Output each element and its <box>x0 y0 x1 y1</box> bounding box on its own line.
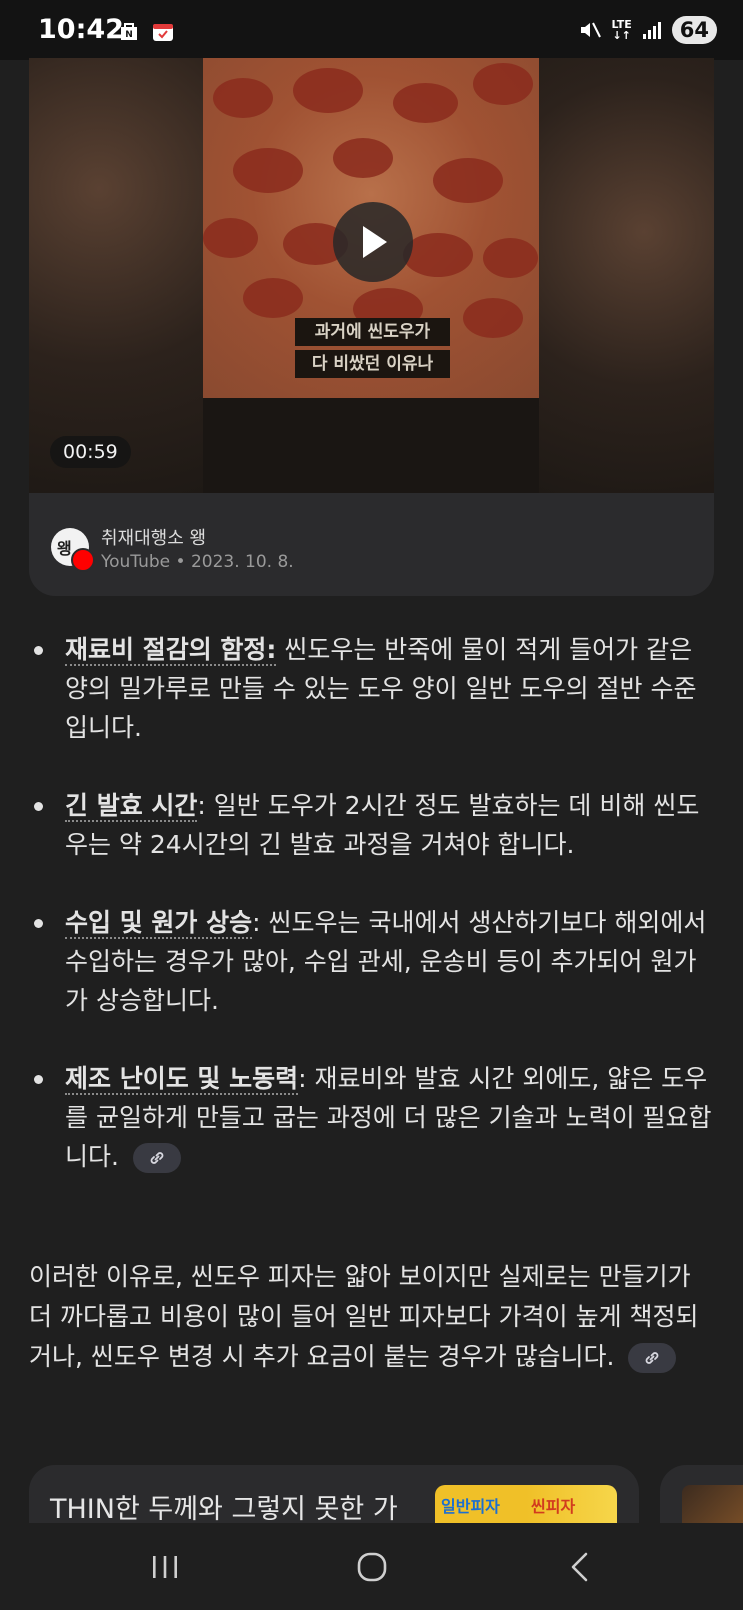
list-item: 수입 및 원가 상승: 씬도우는 국내에서 생산하기보다 해외에서 수입하는 경… <box>29 903 719 1020</box>
play-icon <box>363 226 387 258</box>
home-button[interactable] <box>327 1523 417 1610</box>
video-subtitle-line1: 과거에 씬도우가 <box>295 318 450 346</box>
youtube-icon <box>71 548 95 572</box>
list-item-term: 재료비 절감의 함정: <box>65 635 277 666</box>
related-card-title: THIN한 두께와 그렇지 못한 가 <box>50 1494 398 1525</box>
back-icon <box>571 1552 588 1581</box>
reasons-list: 재료비 절감의 함정: 씬도우는 반죽에 물이 적게 들어가 같은 양의 밀가루… <box>29 630 719 1215</box>
summary-text: 이러한 이유로, 씬도우 피자는 얇아 보이지만 실제로는 만들기가 더 까다롭… <box>29 1262 699 1371</box>
svg-text:N: N <box>125 30 133 40</box>
calendar-app-icon <box>153 24 173 41</box>
bullet-dot <box>34 919 43 928</box>
home-icon <box>357 1552 387 1581</box>
status-bar: 10:42 N LTE ↓↑ 64 <box>0 0 743 60</box>
source-link-button[interactable] <box>628 1343 677 1373</box>
bullet-dot <box>34 646 43 655</box>
bullet-dot <box>34 802 43 811</box>
video-blur-left <box>29 58 204 493</box>
video-letterbox <box>203 398 539 493</box>
recents-button[interactable] <box>120 1523 210 1610</box>
video-source-card[interactable]: 과거에 씬도우가 다 비쌌던 이유나 00:59 왱 취재대행소 왱 YouTu… <box>29 58 714 596</box>
signal-icon <box>642 22 661 39</box>
video-thumbnail[interactable]: 과거에 씬도우가 다 비쌌던 이유나 00:59 <box>29 58 714 493</box>
thumbnail-label-left: 일반피자 <box>441 1497 500 1516</box>
thumbnail-label-right: 씬피자 <box>531 1497 576 1516</box>
source-link-button[interactable] <box>132 1143 181 1173</box>
bullet-dot <box>34 1075 43 1084</box>
list-item: 긴 발효 시간: 일반 도우가 2시간 정도 발효하는 데 비해 씬도우는 약 … <box>29 786 719 864</box>
video-blur-right <box>539 58 714 493</box>
link-icon <box>150 1152 164 1164</box>
play-button[interactable] <box>333 202 413 282</box>
status-time: 10:42 <box>38 14 124 45</box>
video-subtitle-line2: 다 비쌌던 이유나 <box>295 350 450 378</box>
channel-name: 취재대행소 왱 <box>101 528 207 549</box>
video-duration: 00:59 <box>50 436 131 468</box>
notification-news-icon: N <box>121 23 137 40</box>
recents-icon <box>153 1555 177 1578</box>
list-item-term: 긴 발효 시간 <box>65 791 198 822</box>
list-item: 제조 난이도 및 노동력: 재료비와 발효 시간 외에도, 얇은 도우를 균일하… <box>29 1059 719 1176</box>
list-item: 재료비 절감의 함정: 씬도우는 반죽에 물이 적게 들어가 같은 양의 밀가루… <box>29 630 719 747</box>
navigation-bar <box>0 1523 743 1610</box>
battery-level: 64 <box>671 16 717 44</box>
list-item-term: 수입 및 원가 상승 <box>65 908 253 939</box>
network-type: LTE ↓↑ <box>611 18 632 42</box>
channel-meta: YouTube • 2023. 10. 8. <box>101 552 294 572</box>
mute-icon <box>580 22 601 38</box>
back-button[interactable] <box>535 1523 625 1610</box>
list-item-term: 제조 난이도 및 노동력 <box>65 1064 299 1095</box>
summary-paragraph: 이러한 이유로, 씬도우 피자는 얇아 보이지만 실제로는 만들기가 더 까다롭… <box>29 1257 719 1377</box>
link-icon <box>646 1352 659 1364</box>
